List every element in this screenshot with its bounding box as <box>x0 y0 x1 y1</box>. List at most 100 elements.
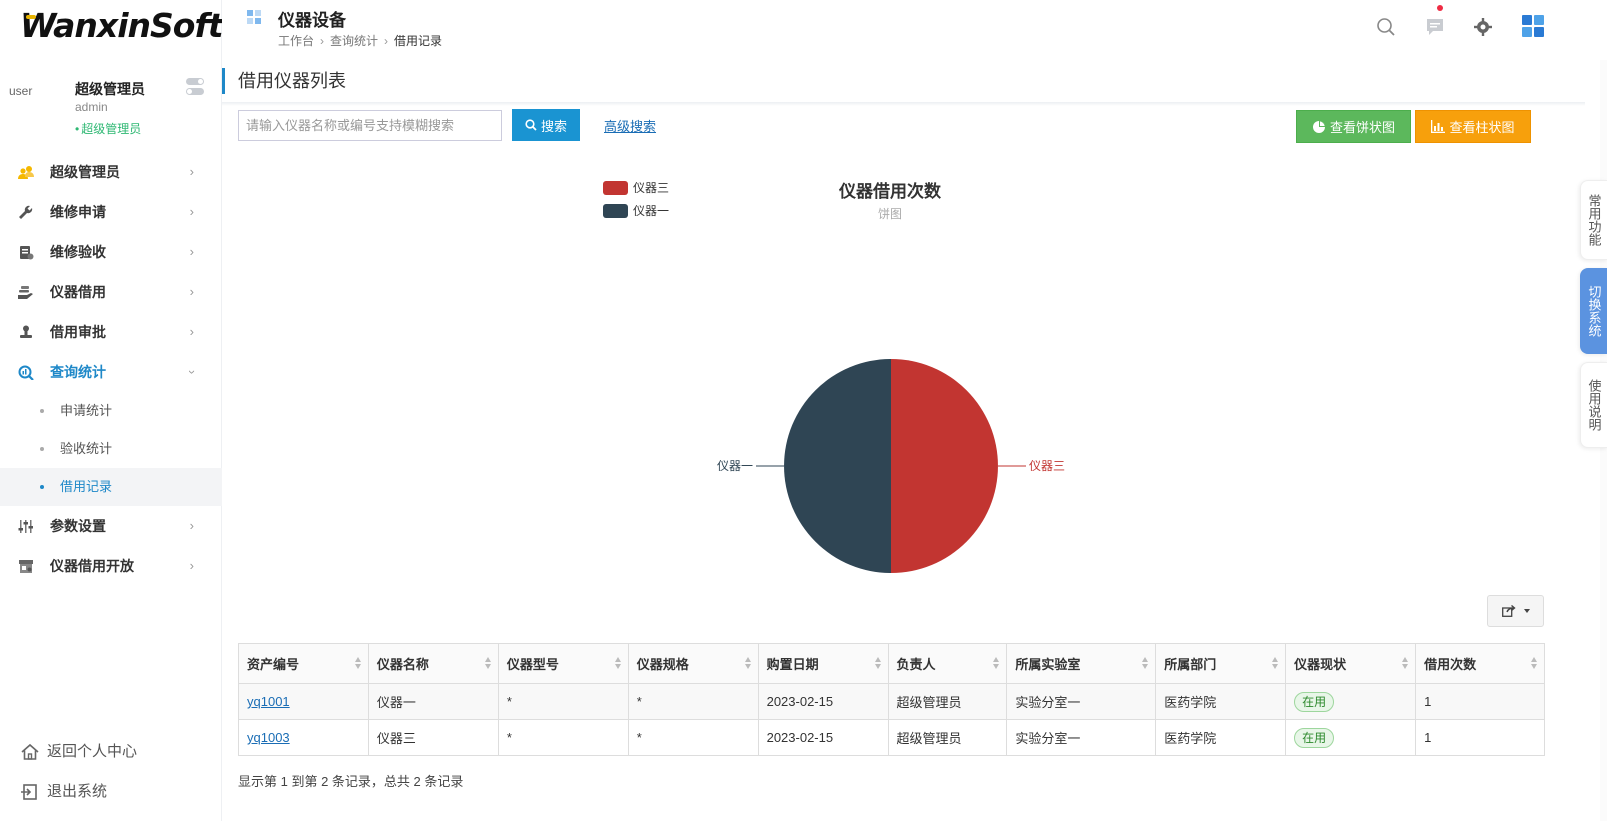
legend-label-1[interactable]: 仪器三 <box>633 181 669 195</box>
user-role: 超级管理员 <box>75 120 141 137</box>
column-header-label: 仪器规格 <box>636 657 689 672</box>
wanxinsoft-logo[interactable]: WanxinSoft <box>20 6 224 46</box>
sidebar-item-label: 维修申请 <box>50 204 106 220</box>
column-header-owner[interactable]: 负责人 <box>887 643 1008 684</box>
export-button[interactable] <box>1487 595 1544 627</box>
pie-slices: 仪器三 仪器一 <box>717 359 1065 573</box>
main-content: 借用仪器列表 搜索 高级搜索 查看饼状图 查看柱状图 仪器三仪器一 仪器借用次数… <box>222 60 1585 821</box>
cell-department: 医药学院 <box>1155 683 1287 720</box>
cell-borrow-count: 1 <box>1415 683 1545 720</box>
logout-link[interactable]: 退出系统 <box>20 780 137 820</box>
breadcrumb: 工作台 › 查询统计 › 借用记录 <box>278 34 443 48</box>
legend-swatch-1[interactable] <box>603 181 628 195</box>
legend-label-2[interactable]: 仪器一 <box>633 204 669 218</box>
column-header-spec[interactable]: 仪器规格 <box>627 643 759 684</box>
cell-name: 仪器三 <box>367 719 499 756</box>
toggle-switch-icon[interactable] <box>186 78 204 96</box>
pie-chart: 仪器三仪器一 仪器借用次数 饼图 仪器三仪器一 <box>603 181 1065 573</box>
pie-slice-2[interactable] <box>784 359 891 573</box>
submenu-item-borrow-records[interactable]: 借用记录 <box>0 468 222 506</box>
breadcrumb-item-query[interactable]: 查询统计 <box>330 34 378 48</box>
logout-label: 退出系统 <box>47 783 108 800</box>
column-header-name[interactable]: 仪器名称 <box>367 643 499 684</box>
cell-borrow-count: 1 <box>1415 719 1545 756</box>
sort-icon <box>1272 657 1279 670</box>
cell-status: 在用 <box>1285 719 1417 756</box>
pie-label-1: 仪器三 <box>1029 459 1065 473</box>
cell-lab: 实验分室一 <box>1006 683 1157 720</box>
sidebar-bottom: 返回个人中心 退出系统 <box>20 740 137 820</box>
cell-department: 医药学院 <box>1155 719 1287 756</box>
asset-no-link[interactable]: yq1001 <box>247 694 290 709</box>
column-header-asset-no[interactable]: 资产编号 <box>238 643 369 684</box>
sort-icon <box>993 657 1000 670</box>
chevron-right-icon: › <box>189 324 194 339</box>
submenu-item-accept-stats[interactable]: 验收统计 <box>0 430 222 468</box>
breadcrumb-item-workbench[interactable]: 工作台 <box>278 34 314 48</box>
sidebar-menu: 超级管理员 › 维修申请 › 维修验收 › 仪器借用 › 借用审批 › 查询统计 › 申请统… <box>0 152 222 586</box>
search-input[interactable] <box>238 110 502 141</box>
pie-slice-1[interactable] <box>891 359 998 573</box>
search-button[interactable]: 搜索 <box>512 109 580 141</box>
asset-no-link[interactable]: yq1003 <box>247 730 290 745</box>
legend-swatch-2[interactable] <box>603 204 628 218</box>
column-header-status[interactable]: 仪器现状 <box>1285 643 1417 684</box>
side-tab-label: 常用功能 <box>1586 194 1602 246</box>
side-tab-switch-system[interactable]: 切换系统 <box>1580 268 1607 354</box>
sort-icon <box>874 657 882 670</box>
sidebar-item-label: 查询统计 <box>50 364 106 380</box>
cell-status: 在用 <box>1285 683 1417 720</box>
side-tab-user-guide[interactable]: 使用说明 <box>1580 362 1607 448</box>
store-icon <box>19 560 33 573</box>
apps-grid-icon[interactable] <box>1521 14 1545 38</box>
sidebar-item-super-admin[interactable]: 超级管理员 › <box>0 152 222 192</box>
grid-icon <box>247 10 261 24</box>
message-icon[interactable] <box>1425 17 1445 37</box>
sidebar-item-repair-accept[interactable]: 维修验收 › <box>0 232 222 272</box>
logout-icon <box>21 784 37 800</box>
column-header-lab[interactable]: 所属实验室 <box>1006 643 1157 684</box>
sidebar: WanxinSoft user 超级管理员 admin 超级管理员 超级管理员 ›… <box>0 0 224 821</box>
column-header-model[interactable]: 仪器型号 <box>497 643 629 684</box>
caret-down-icon <box>1523 609 1530 613</box>
user-panel: user 超级管理员 admin 超级管理员 <box>0 70 222 142</box>
sidebar-item-query-stats[interactable]: 查询统计 › <box>0 352 222 392</box>
stamp-icon <box>20 325 32 338</box>
return-home-link[interactable]: 返回个人中心 <box>20 740 137 780</box>
column-header-purchase-date[interactable]: 购置日期 <box>757 643 889 684</box>
pagination-info: 显示第 1 到第 2 条记录，总共 2 条记录 <box>238 774 464 789</box>
sidebar-item-instrument-borrow[interactable]: 仪器借用 › <box>0 272 222 312</box>
sort-icon <box>744 657 752 670</box>
chevron-right-icon: › <box>189 244 194 259</box>
borrow-records-table: 资产编号 仪器名称 仪器型号 仪器规格 购置日期 负责人 所属实验室 所属部门 … <box>238 643 1545 756</box>
search-icon <box>525 119 537 131</box>
chart-title: 仪器借用次数 <box>838 181 942 201</box>
sidebar-item-param-settings[interactable]: 参数设置 › <box>0 506 222 546</box>
column-header-department[interactable]: 所属部门 <box>1155 643 1287 684</box>
gear-icon[interactable] <box>1473 17 1493 37</box>
sidebar-item-borrow-approval[interactable]: 借用审批 › <box>0 312 222 352</box>
chevron-right-icon: › <box>189 204 194 219</box>
breadcrumb-item-current: 借用记录 <box>394 34 443 48</box>
view-bar-chart-button[interactable]: 查看柱状图 <box>1415 110 1531 143</box>
submenu-item-apply-stats[interactable]: 申请统计 <box>0 392 222 430</box>
sort-icon <box>354 657 362 670</box>
side-tab-label: 使用说明 <box>1586 379 1602 431</box>
sidebar-item-label: 仪器借用开放 <box>50 558 134 574</box>
side-tab-common-functions[interactable]: 常用功能 <box>1580 180 1607 260</box>
chevron-right-icon: › <box>189 558 194 573</box>
sidebar-item-borrow-open[interactable]: 仪器借用开放 › <box>0 546 222 586</box>
search-icon[interactable] <box>1376 17 1396 37</box>
sidebar-item-repair-apply[interactable]: 维修申请 › <box>0 192 222 232</box>
logo-text: WanxinSoft <box>20 6 224 45</box>
cell-model: * <box>497 719 629 756</box>
hand-icon <box>18 286 33 299</box>
column-header-label: 借用次数 <box>1424 657 1477 672</box>
sidebar-item-label: 借用审批 <box>50 324 106 340</box>
table-row: yq1003 仪器三 * * 2023-02-15 超级管理员 实验分室一 医药… <box>238 719 1545 756</box>
cell-spec: * <box>627 719 759 756</box>
advanced-search-link[interactable]: 高级搜索 <box>604 116 656 135</box>
chevron-right-icon: › <box>189 518 194 533</box>
column-header-borrow-count[interactable]: 借用次数 <box>1415 643 1545 684</box>
view-pie-chart-button[interactable]: 查看饼状图 <box>1296 110 1411 143</box>
